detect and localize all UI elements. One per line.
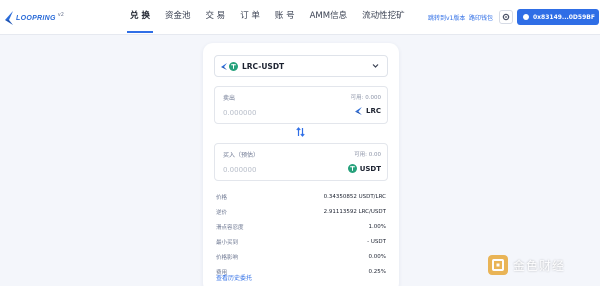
detail-value: 1.00%: [368, 223, 386, 230]
buy-amount-input[interactable]: 0.000000: [223, 166, 256, 174]
sell-balance: 可用: 0.000: [350, 95, 381, 101]
brand-logo[interactable]: LOOPRING v2: [4, 10, 64, 26]
top-bar: LOOPRING v2 兑 换 资金池 交 易 订 单 账 号 AMM信息 流动…: [0, 0, 600, 35]
chevron-down-icon: [372, 64, 379, 68]
swap-details: 价格 0.34350852 USDT/LRC 逆价 2.91113592 LRC…: [216, 189, 386, 279]
user-icon: [523, 14, 529, 20]
detail-key: 价格: [216, 194, 228, 201]
wallet-address: 0x83149...0D59BF: [533, 13, 595, 21]
settings-button[interactable]: [499, 10, 513, 24]
sell-label: 卖出: [223, 95, 236, 102]
nav-trade[interactable]: 交 易: [199, 0, 231, 35]
sell-panel: 卖出 可用: 0.000 0.000000 LRC: [214, 86, 388, 124]
buy-label: 买入（预估）: [223, 152, 260, 159]
detail-key: 最小买到: [216, 239, 239, 246]
buy-token-select[interactable]: USDT: [347, 164, 381, 173]
nav-account[interactable]: 账 号: [269, 0, 301, 35]
detail-row-inverse-price: 逆价 2.91113592 LRC/USDT: [216, 204, 386, 219]
detail-row-price: 价格 0.34350852 USDT/LRC: [216, 189, 386, 204]
nav-orders[interactable]: 订 单: [234, 0, 266, 35]
detail-value: 0.00%: [368, 253, 386, 260]
swap-arrows-icon[interactable]: [296, 127, 305, 137]
detail-key: 滑点容忍度: [216, 224, 244, 231]
tether-icon: [229, 61, 238, 71]
detail-value: 0.34350852 USDT/LRC: [323, 193, 386, 200]
watermark: 金色财经: [487, 254, 565, 276]
detail-row-minimum-received: 最小买到 - USDT: [216, 234, 386, 249]
detail-row-slippage[interactable]: 滑点容忍度 1.00%: [216, 219, 386, 234]
main-nav: 兑 换 资金池 交 易 订 单 账 号 AMM信息 流动性挖矿: [124, 0, 414, 35]
brand-version: v2: [57, 12, 64, 18]
buy-panel: 买入（预估） 可用: 0.00 0.000000 USDT: [214, 143, 388, 181]
nav-pool[interactable]: 资金池: [159, 0, 197, 35]
loopring-logo-icon: [5, 11, 13, 25]
loopring-token-icon: [355, 107, 362, 115]
watermark-logo-icon: [488, 255, 508, 275]
loopring-token-icon: [221, 62, 227, 70]
swap-card: LRC-USDT 卖出 可用: 0.000 0.000000 LRC 买入（预估…: [203, 43, 399, 286]
detail-value: - USDT: [367, 238, 386, 245]
detail-key: 逆价: [216, 209, 228, 216]
wallet-link[interactable]: 路印钱包: [469, 13, 493, 22]
gear-icon: [502, 13, 510, 21]
pair-label: LRC-USDT: [242, 61, 285, 71]
brand-name: LOOPRING: [16, 14, 56, 22]
sell-token-select[interactable]: LRC: [355, 107, 381, 115]
pair-select[interactable]: LRC-USDT: [214, 55, 388, 77]
order-history-link[interactable]: 查看历史委托: [216, 273, 252, 282]
watermark-text: 金色财经: [513, 258, 566, 273]
buy-token-symbol: USDT: [359, 164, 381, 173]
detail-value: 2.91113592 LRC/USDT: [323, 208, 386, 215]
buy-balance: 可用: 0.00: [354, 152, 381, 158]
v1-version-link[interactable]: 跳转到v1版本: [428, 13, 465, 22]
sell-amount-input[interactable]: 0.000000: [223, 109, 256, 117]
sell-token-symbol: LRC: [366, 107, 381, 115]
nav-amm-info[interactable]: AMM信息: [304, 0, 353, 35]
detail-value: 0.25%: [368, 268, 386, 275]
detail-row-price-impact: 价格影响 0.00%: [216, 249, 386, 264]
nav-swap[interactable]: 兑 换: [124, 0, 156, 35]
tether-icon: [347, 164, 357, 173]
nav-liquidity-mining[interactable]: 流动性挖矿: [356, 0, 411, 35]
detail-key: 价格影响: [216, 254, 239, 261]
wallet-account-button[interactable]: 0x83149...0D59BF: [517, 9, 599, 25]
